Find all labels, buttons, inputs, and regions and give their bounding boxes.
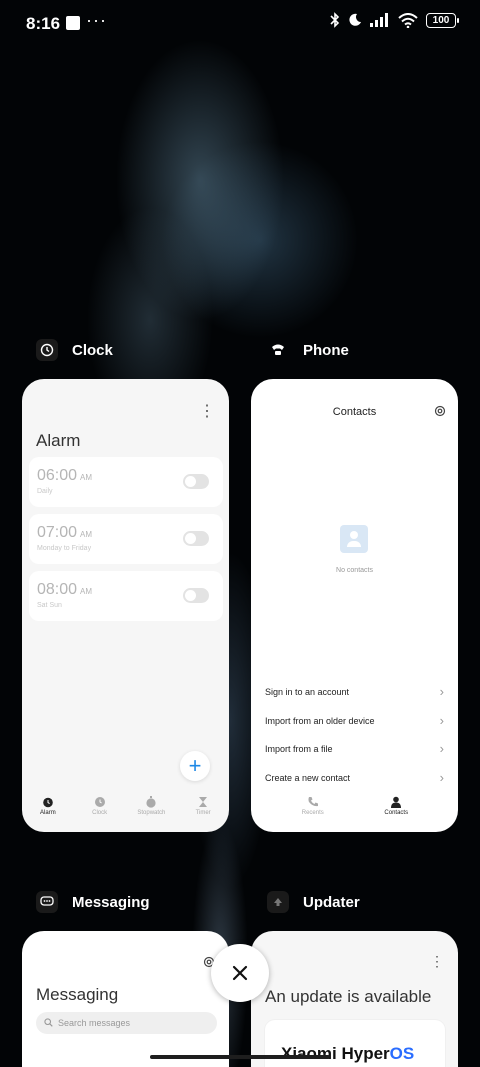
chevron-right-icon: › (439, 713, 444, 728)
status-time: 8:16 (26, 14, 61, 33)
alarm-item[interactable]: 08:00 AM Sat Sun (29, 571, 223, 621)
gesture-home-bar[interactable] (150, 1055, 330, 1059)
chevron-right-icon: › (439, 770, 444, 785)
app-name-phone: Phone (303, 341, 349, 359)
app-name-clock: Clock (72, 341, 113, 359)
tab-stopwatch[interactable]: Stopwatch (126, 796, 178, 826)
updater-icon (267, 891, 289, 913)
tab-timer[interactable]: Timer (177, 796, 229, 826)
hyperos-logo-text: Xiaomi HyperOS (281, 1044, 415, 1063)
search-icon (44, 1018, 53, 1027)
settings-gear-icon[interactable] (434, 405, 446, 417)
signal-icon (370, 13, 388, 27)
stopwatch-icon (146, 796, 156, 808)
more-options-icon[interactable]: ⋮ (430, 953, 444, 970)
battery-level: 100 (432, 14, 450, 26)
alarm-repeat: Daily (37, 488, 53, 495)
alarm-clock-icon (43, 797, 53, 808)
alarm-repeat: Monday to Friday (37, 545, 92, 552)
messaging-icon (36, 891, 58, 913)
chevron-right-icon: › (439, 684, 444, 699)
clock-icon (94, 797, 105, 807)
phone-app-icon (267, 339, 289, 361)
create-contact-row[interactable]: Create a new contact › (265, 770, 444, 795)
messaging-app-header[interactable]: Messaging (36, 891, 150, 913)
bluetooth-icon (330, 12, 340, 28)
alarm-toggle[interactable] (183, 531, 209, 546)
alarm-page-title: Alarm (36, 431, 81, 450)
alarm-time: 07:00 AM (37, 524, 93, 541)
no-contacts-text: No contacts (336, 567, 373, 574)
clock-app-header[interactable]: Clock (36, 339, 113, 361)
tab-contacts[interactable]: Contacts (355, 796, 439, 826)
chevron-right-icon: › (439, 741, 444, 756)
alarm-repeat: Sat Sun (37, 602, 62, 609)
clock-icon (36, 339, 58, 361)
alarm-time: 08:00 AM (37, 581, 93, 598)
clear-all-button[interactable] (211, 944, 269, 1002)
alarm-item[interactable]: 06:00 AM Daily (29, 457, 223, 507)
tab-recents[interactable]: Recents (271, 796, 355, 826)
more-options-icon[interactable]: ⋮ (199, 401, 215, 421)
more-notifications-icon: ··· (86, 10, 107, 30)
alarm-time: 06:00 AM (37, 467, 93, 484)
clock-app-card[interactable]: ⋮ Alarm 06:00 AM Daily 07:00 AM Monday to … (22, 379, 229, 832)
phone-bottom-nav: Recents Contacts (251, 796, 458, 826)
tab-alarm[interactable]: Alarm (22, 796, 74, 826)
messaging-app-card[interactable]: Messaging Search messages (22, 931, 229, 1067)
close-icon (232, 965, 248, 981)
wifi-icon (398, 12, 418, 28)
status-bar: 8:16 ··· 100 (0, 0, 480, 46)
messaging-title: Messaging (36, 985, 119, 1004)
hourglass-icon (199, 797, 208, 807)
hyperos-banner: Xiaomi HyperOS (265, 1020, 445, 1067)
alarm-toggle[interactable] (183, 474, 209, 489)
updater-app-header[interactable]: Updater (267, 891, 360, 913)
import-file-row[interactable]: Import from a file › (265, 741, 444, 766)
update-available-title: An update is available (265, 987, 432, 1006)
updater-app-card[interactable]: ⋮ An update is available Xiaomi HyperOS (251, 931, 458, 1067)
sign-in-account-row[interactable]: Sign in to an account › (265, 684, 444, 709)
add-alarm-button[interactable]: + (180, 751, 210, 781)
alarm-toggle[interactable] (183, 588, 209, 603)
contacts-title: Contacts (332, 406, 377, 418)
app-name-updater: Updater (303, 893, 360, 911)
moon-icon (349, 13, 361, 26)
phone-app-header[interactable]: Phone (267, 339, 349, 361)
notification-square-icon (66, 16, 80, 30)
status-icons: 100 (330, 12, 459, 28)
empty-contacts-icon (340, 525, 368, 553)
search-messages-input[interactable]: Search messages (36, 1012, 217, 1034)
person-icon (391, 796, 402, 808)
clock-bottom-nav: Alarm Clock Stopwatch Timer (22, 796, 229, 826)
battery-icon: 100 (426, 12, 459, 28)
import-older-device-row[interactable]: Import from an older device › (265, 713, 444, 738)
app-name-messaging: Messaging (72, 893, 150, 911)
phone-handset-icon (308, 797, 318, 807)
phone-app-card[interactable]: Contacts No contacts Sign in to an accou… (251, 379, 458, 832)
tab-clock[interactable]: Clock (74, 796, 126, 826)
alarm-item[interactable]: 07:00 AM Monday to Friday (29, 514, 223, 564)
